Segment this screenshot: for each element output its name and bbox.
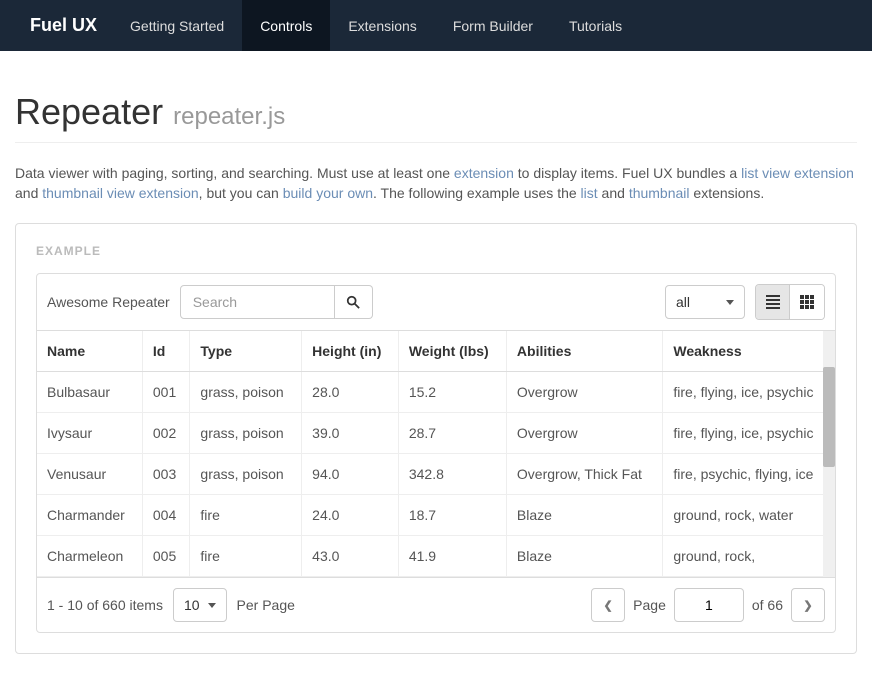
filter-value: all <box>676 294 690 310</box>
cell-weakness: ground, rock, water <box>663 495 835 536</box>
cell-name: Venusaur <box>37 454 142 495</box>
search-button[interactable] <box>335 285 373 319</box>
cell-weight: 41.9 <box>398 536 506 577</box>
brand-link[interactable]: Fuel UX <box>15 0 112 51</box>
cell-height: 43.0 <box>302 536 399 577</box>
cell-weight: 28.7 <box>398 413 506 454</box>
scrollbar-thumb[interactable] <box>823 367 835 467</box>
link-list[interactable]: list <box>581 185 598 201</box>
cell-type: fire <box>190 495 302 536</box>
table-row[interactable]: Ivysaur002grass, poison39.028.7Overgrowf… <box>37 413 835 454</box>
cell-weakness: ground, rock, <box>663 536 835 577</box>
chevron-right-icon: ❯ <box>803 599 812 612</box>
prev-page-button[interactable]: ❮ <box>591 588 625 622</box>
table-row[interactable]: Bulbasaur001grass, poison28.015.2Overgro… <box>37 372 835 413</box>
caret-icon <box>726 300 734 305</box>
cell-name: Charmeleon <box>37 536 142 577</box>
caret-icon <box>208 603 216 608</box>
nav-form-builder[interactable]: Form Builder <box>435 0 551 51</box>
nav-controls[interactable]: Controls <box>242 0 330 51</box>
page-label: Page <box>633 597 666 613</box>
filter-dropdown[interactable]: all <box>665 285 745 319</box>
view-toggle <box>755 284 825 320</box>
table-row[interactable]: Venusaur003grass, poison94.0342.8Overgro… <box>37 454 835 495</box>
table-row[interactable]: Charmeleon005fire43.041.9Blazeground, ro… <box>37 536 835 577</box>
navbar: Fuel UX Getting Started Controls Extensi… <box>0 0 872 51</box>
cell-height: 28.0 <box>302 372 399 413</box>
list-view-button[interactable] <box>756 285 790 319</box>
cell-type: fire <box>190 536 302 577</box>
repeater-header: Awesome Repeater all <box>37 274 835 331</box>
next-page-button[interactable]: ❯ <box>791 588 825 622</box>
cell-id: 002 <box>142 413 190 454</box>
search-group <box>180 285 373 319</box>
cell-id: 004 <box>142 495 190 536</box>
table-wrapper: Name Id Type Height (in) Weight (lbs) Ab… <box>37 331 835 577</box>
cell-weight: 342.8 <box>398 454 506 495</box>
page-input[interactable] <box>674 588 744 622</box>
link-extension[interactable]: extension <box>454 165 514 181</box>
cell-abilities: Overgrow, Thick Fat <box>506 454 662 495</box>
cell-name: Charmander <box>37 495 142 536</box>
table-row[interactable]: Charmander004fire24.018.7Blazeground, ro… <box>37 495 835 536</box>
example-box: EXAMPLE Awesome Repeater all <box>15 223 857 654</box>
cell-abilities: Blaze <box>506 495 662 536</box>
link-list-view-extension[interactable]: list view extension <box>741 165 854 181</box>
cell-weight: 18.7 <box>398 495 506 536</box>
nav-tutorials[interactable]: Tutorials <box>551 0 640 51</box>
col-id[interactable]: Id <box>142 331 190 372</box>
items-info: 1 - 10 of 660 items <box>47 597 163 613</box>
search-icon <box>346 295 360 309</box>
cell-id: 005 <box>142 536 190 577</box>
cell-type: grass, poison <box>190 413 302 454</box>
intro-text: Data viewer with paging, sorting, and se… <box>15 163 857 203</box>
page-title: Repeater repeater.js <box>15 91 285 132</box>
cell-name: Bulbasaur <box>37 372 142 413</box>
page-size-value: 10 <box>184 597 200 613</box>
col-weight[interactable]: Weight (lbs) <box>398 331 506 372</box>
cell-id: 001 <box>142 372 190 413</box>
repeater-title: Awesome Repeater <box>47 294 170 310</box>
link-thumbnail[interactable]: thumbnail <box>629 185 690 201</box>
cell-abilities: Overgrow <box>506 413 662 454</box>
link-build-your-own[interactable]: build your own <box>283 185 373 201</box>
search-input[interactable] <box>180 285 335 319</box>
cell-height: 94.0 <box>302 454 399 495</box>
col-name[interactable]: Name <box>37 331 142 372</box>
cell-weakness: fire, flying, ice, psychic <box>663 413 835 454</box>
cell-weight: 15.2 <box>398 372 506 413</box>
thumbnail-view-button[interactable] <box>790 285 824 319</box>
cell-type: grass, poison <box>190 454 302 495</box>
example-label: EXAMPLE <box>36 244 836 258</box>
cell-abilities: Blaze <box>506 536 662 577</box>
repeater-footer: 1 - 10 of 660 items 10 Per Page ❮ Page o… <box>37 577 835 632</box>
page-size-dropdown[interactable]: 10 <box>173 588 227 622</box>
page-subtitle: repeater.js <box>173 103 285 130</box>
col-weakness[interactable]: Weakness <box>663 331 835 372</box>
list-icon <box>766 295 780 309</box>
repeater: Awesome Repeater all <box>36 273 836 633</box>
nav-getting-started[interactable]: Getting Started <box>112 0 242 51</box>
cell-name: Ivysaur <box>37 413 142 454</box>
chevron-left-icon: ❮ <box>604 599 613 612</box>
nav-extensions[interactable]: Extensions <box>330 0 434 51</box>
col-type[interactable]: Type <box>190 331 302 372</box>
per-page-label: Per Page <box>237 597 295 613</box>
col-height[interactable]: Height (in) <box>302 331 399 372</box>
link-thumbnail-view-extension[interactable]: thumbnail view extension <box>42 185 198 201</box>
cell-abilities: Overgrow <box>506 372 662 413</box>
page-header: Repeater repeater.js <box>15 51 857 143</box>
cell-height: 39.0 <box>302 413 399 454</box>
cell-weakness: fire, psychic, flying, ice <box>663 454 835 495</box>
cell-weakness: fire, flying, ice, psychic <box>663 372 835 413</box>
cell-id: 003 <box>142 454 190 495</box>
table-header-row: Name Id Type Height (in) Weight (lbs) Ab… <box>37 331 835 372</box>
data-table: Name Id Type Height (in) Weight (lbs) Ab… <box>37 331 835 577</box>
col-abilities[interactable]: Abilities <box>506 331 662 372</box>
total-pages-label: of 66 <box>752 597 783 613</box>
cell-height: 24.0 <box>302 495 399 536</box>
grid-icon <box>800 295 814 309</box>
cell-type: grass, poison <box>190 372 302 413</box>
